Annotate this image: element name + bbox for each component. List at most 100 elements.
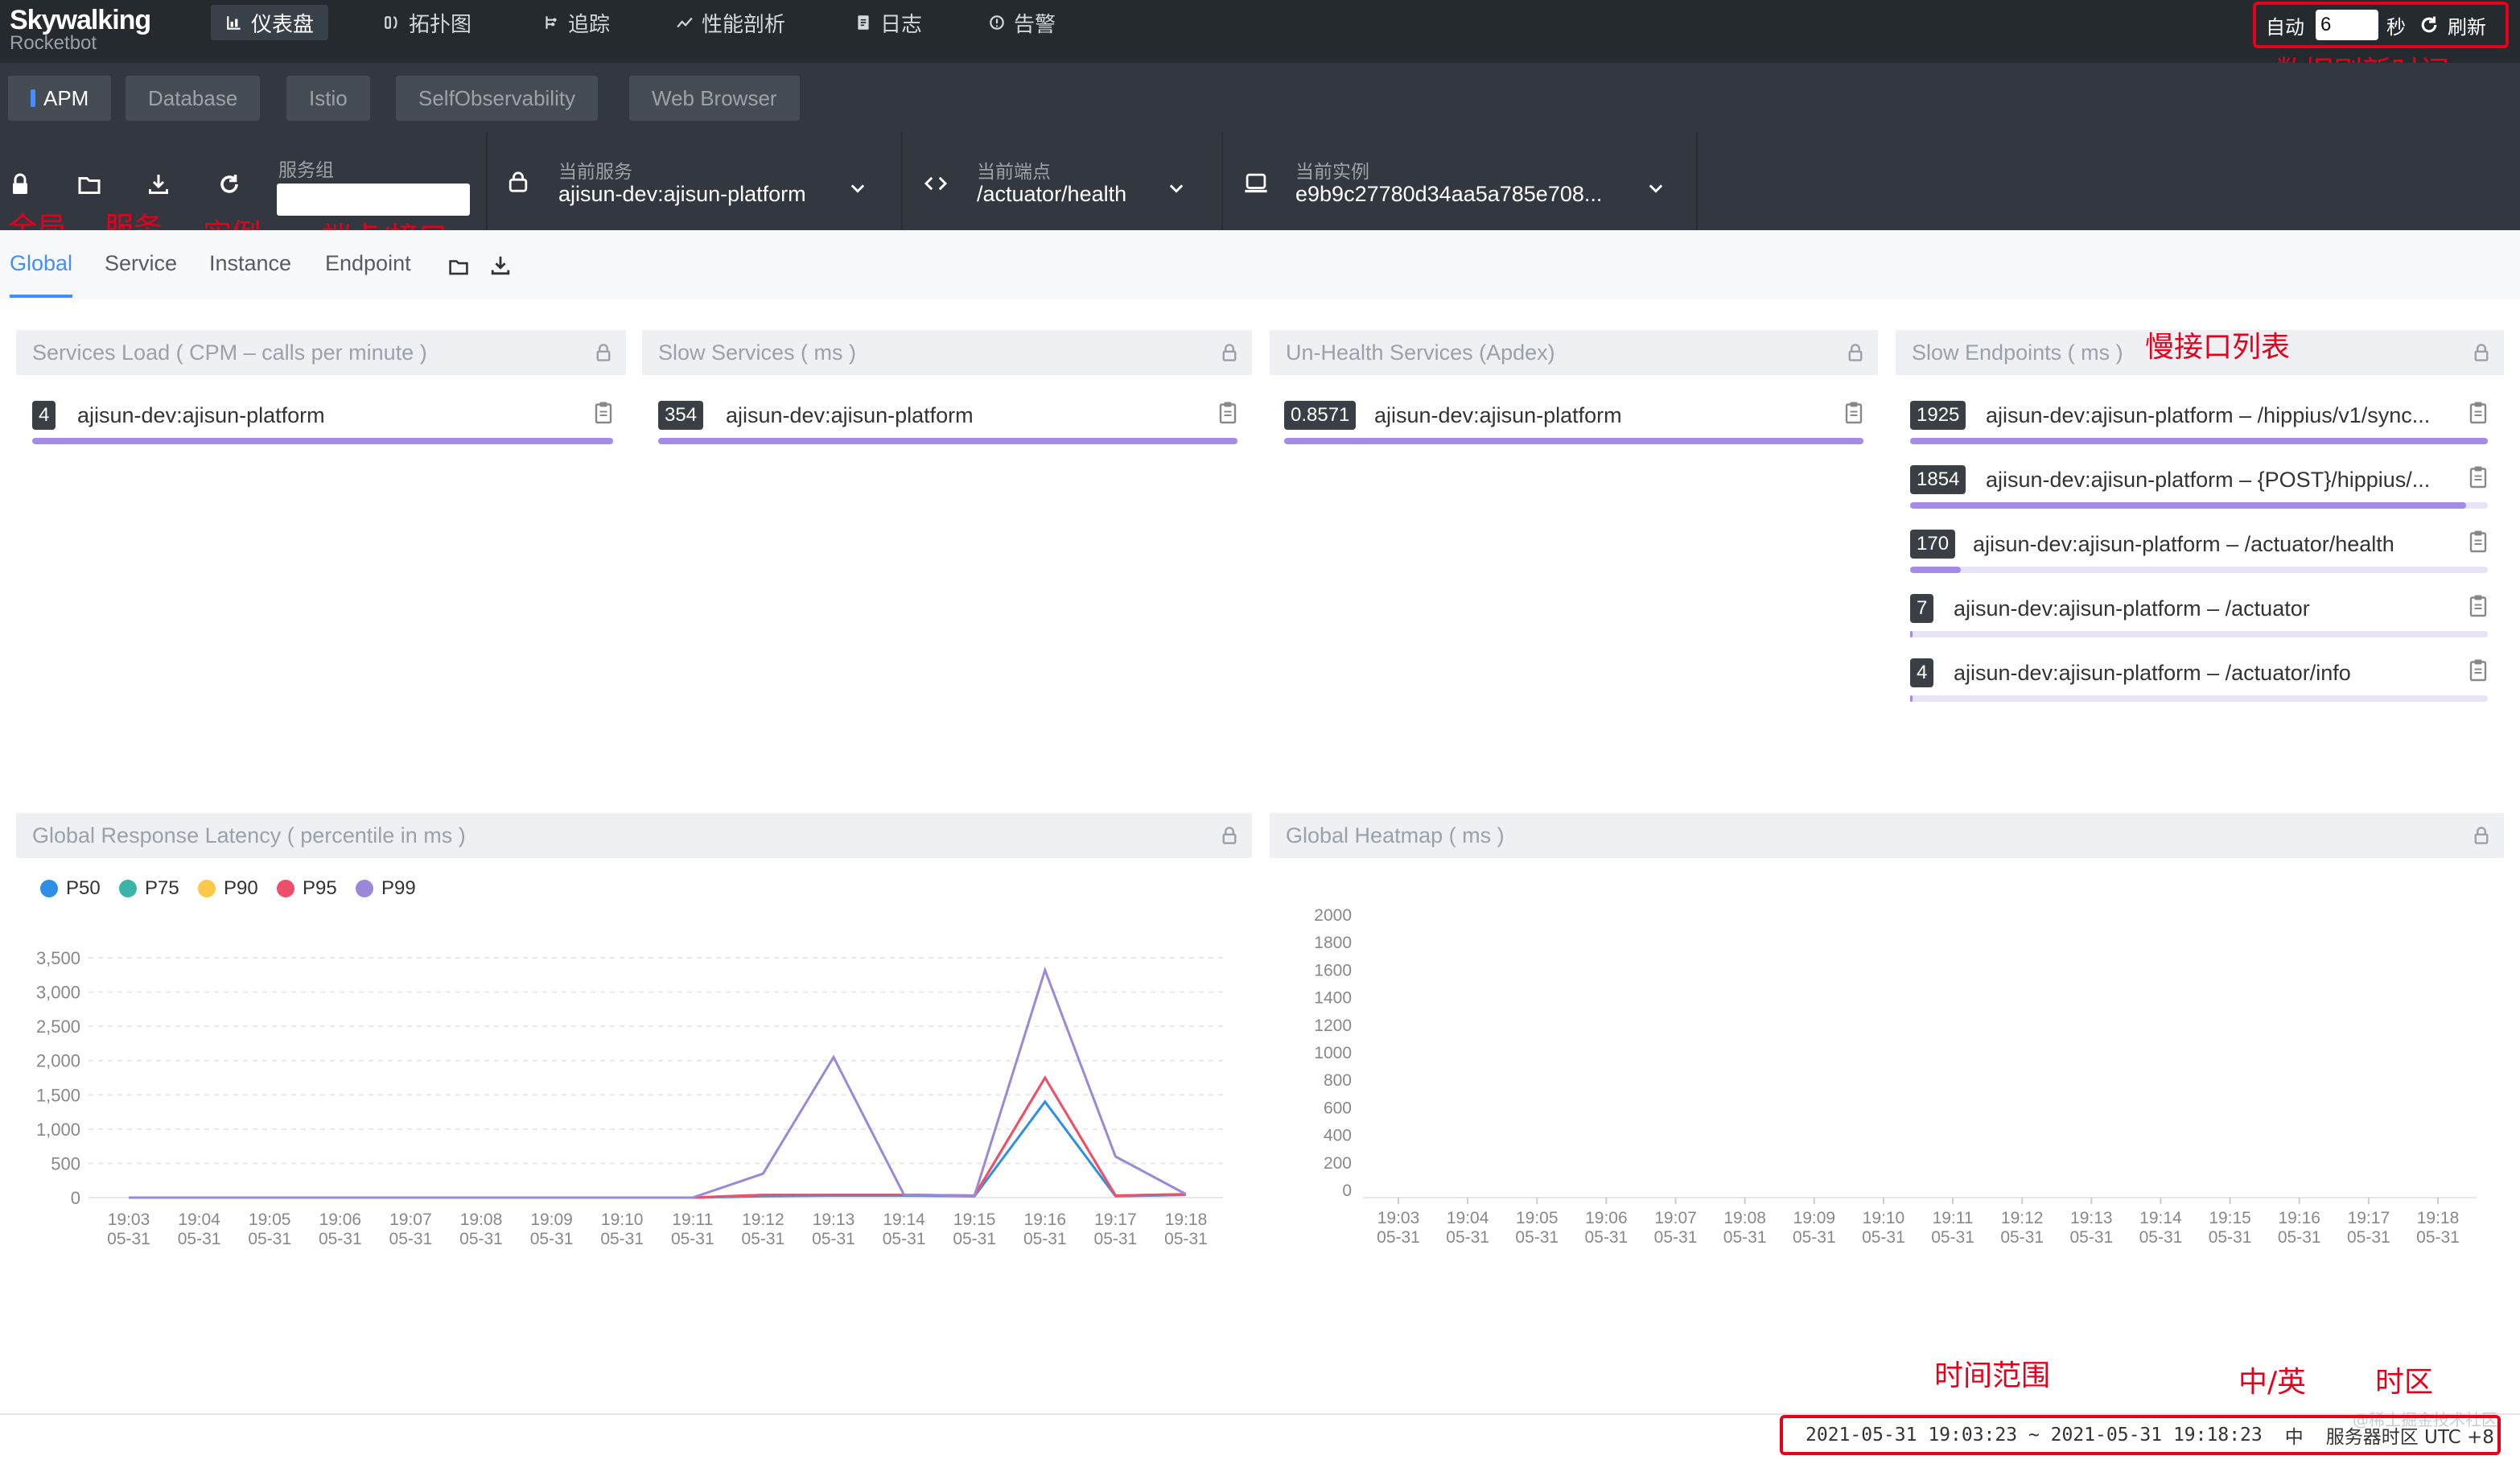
services-load-title: Services Load ( CPM – calls per minute ) xyxy=(32,340,427,365)
auto-refresh-toggle[interactable]: 自动 xyxy=(2266,11,2304,39)
clipboard-icon[interactable] xyxy=(2469,465,2488,489)
language-toggle[interactable]: 中 xyxy=(2285,1421,2304,1449)
x-tick-label: 19:11 xyxy=(1933,1209,1974,1227)
unhealth-services-title: Un-Health Services (Apdex) xyxy=(1286,340,1555,365)
legend-p50[interactable]: P50 xyxy=(40,877,101,900)
x-tick-label: 05-31 xyxy=(530,1230,574,1248)
legend-p75[interactable]: P75 xyxy=(119,877,179,900)
clipboard-icon[interactable] xyxy=(2469,594,2488,618)
series-line-p95[interactable] xyxy=(129,1075,1187,1199)
heatmap-header: Global Heatmap ( ms ) xyxy=(1270,813,2504,858)
lock-icon[interactable] xyxy=(1846,343,1865,362)
lock-icon[interactable] xyxy=(2472,826,2491,845)
tab-service[interactable]: Service xyxy=(105,251,177,276)
clipboard-icon[interactable] xyxy=(2469,658,2488,683)
legend-p90[interactable]: P90 xyxy=(198,877,258,900)
refresh-unit: 秒 xyxy=(2386,15,2406,39)
series-line-p50[interactable] xyxy=(129,1099,1187,1199)
series-line-p90[interactable] xyxy=(129,1075,1187,1199)
folder-icon[interactable] xyxy=(447,256,470,277)
clipboard-icon[interactable] xyxy=(1218,401,1237,425)
list-item[interactable]: 170 ajisun-dev:ajisun-platform – /actuat… xyxy=(1910,522,2488,586)
nav-trace-label: 追踪 xyxy=(568,12,611,37)
layer-istio-label: Istio xyxy=(309,85,348,110)
value-badge: 4 xyxy=(32,401,56,430)
bar-fill xyxy=(1910,631,1913,637)
lock-icon[interactable] xyxy=(1220,343,1239,362)
refresh-button[interactable]: 刷新 xyxy=(2448,11,2486,39)
current-service-select[interactable]: ajisun-dev:ajisun-platform xyxy=(558,182,806,207)
slow-services-title: Slow Services ( ms ) xyxy=(658,340,857,365)
legend-p99[interactable]: P99 xyxy=(356,877,416,900)
clipboard-icon[interactable] xyxy=(1844,401,1863,425)
trace-icon xyxy=(546,16,557,29)
list-item[interactable]: 4 ajisun-dev:ajisun-platform xyxy=(32,393,613,457)
refresh-icon[interactable] xyxy=(2419,14,2440,35)
value-badge: 1854 xyxy=(1910,465,1966,494)
list-item[interactable]: 1854 ajisun-dev:ajisun-platform – {POST}… xyxy=(1910,457,2488,522)
auto-refresh-control: 自动 秒 刷新 xyxy=(2253,2,2509,48)
annotation-lang: 中/英 xyxy=(2238,1366,2307,1399)
nav-topology-label: 拓扑图 xyxy=(409,12,472,37)
layer-istio[interactable]: Istio xyxy=(286,76,370,121)
clipboard-icon[interactable] xyxy=(2469,530,2488,554)
series-line-p75[interactable] xyxy=(129,1075,1187,1199)
download-icon[interactable] xyxy=(146,172,171,196)
list-item[interactable]: 4 ajisun-dev:ajisun-platform – /actuator… xyxy=(1910,650,2488,715)
folder-icon[interactable] xyxy=(77,172,101,196)
tab-global[interactable]: Global xyxy=(10,251,72,276)
bar-fill xyxy=(1910,695,1913,702)
tab-instance[interactable]: Instance xyxy=(209,251,291,276)
nav-profile[interactable]: 性能剖析 xyxy=(661,5,800,40)
time-range-picker[interactable]: 2021-05-31 19:03:23 ~ 2021-05-31 19:18:2… xyxy=(1806,1425,2263,1446)
layer-database[interactable]: Database xyxy=(126,76,261,121)
chevron-down-icon[interactable] xyxy=(1646,179,1666,198)
heatmap-chart: 0 200 400 600 800 1000 1200 1400 1600 1800 2000 19:… xyxy=(1314,906,2477,1247)
code-icon xyxy=(924,176,948,191)
lock-icon[interactable] xyxy=(594,343,613,362)
refresh-interval-input[interactable] xyxy=(2316,10,2378,40)
x-tick-label: 05-31 xyxy=(2278,1228,2321,1247)
legend-p95[interactable]: P95 xyxy=(277,877,337,900)
nav-alarm[interactable]: 告警 xyxy=(974,5,1070,40)
bar-track xyxy=(658,438,1237,444)
lock-icon[interactable] xyxy=(8,172,32,196)
y-tick-label: 600 xyxy=(1324,1099,1352,1117)
layer-apm[interactable]: APM xyxy=(8,76,112,121)
clipboard-icon[interactable] xyxy=(2469,401,2488,425)
list-item[interactable]: 0.8571 ajisun-dev:ajisun-platform xyxy=(1284,393,1863,457)
nav-topology[interactable]: 拓扑图 xyxy=(369,5,486,40)
divider xyxy=(486,132,488,230)
top-navbar: Skywalking Rocketbot 仪表盘 拓扑图 追踪 性能剖析 日志 … xyxy=(0,0,2520,63)
y-tick-label: 400 xyxy=(1324,1127,1352,1145)
current-service-label: 当前服务 xyxy=(558,162,632,183)
lock-icon[interactable] xyxy=(2472,343,2491,362)
nav-dashboard[interactable]: 仪表盘 xyxy=(211,5,329,40)
layer-selfobservability[interactable]: SelfObservability xyxy=(396,76,599,121)
lock-icon[interactable] xyxy=(1220,826,1239,845)
current-endpoint-select[interactable]: /actuator/health xyxy=(977,182,1126,207)
bar-track xyxy=(1284,438,1863,444)
chevron-down-icon[interactable] xyxy=(848,179,867,198)
annotation-timezone: 时区 xyxy=(2375,1366,2434,1399)
list-item[interactable]: 354 ajisun-dev:ajisun-platform xyxy=(658,393,1237,457)
unhealth-services-header: Un-Health Services (Apdex) xyxy=(1270,330,1878,375)
nav-trace[interactable]: 追踪 xyxy=(528,5,624,40)
tab-endpoint[interactable]: Endpoint xyxy=(325,251,411,276)
y-tick-label: 2,500 xyxy=(36,1017,80,1037)
reload-icon[interactable] xyxy=(217,172,241,196)
download-icon[interactable] xyxy=(489,254,512,277)
chevron-down-icon[interactable] xyxy=(1167,179,1186,198)
nav-log[interactable]: 日志 xyxy=(840,5,937,40)
current-endpoint-label: 当前端点 xyxy=(977,162,1051,183)
server-timezone[interactable]: 服务器时区 UTC +8 xyxy=(2326,1421,2494,1449)
layer-web-browser[interactable]: Web Browser xyxy=(629,76,800,121)
bar-track xyxy=(1910,502,2488,509)
x-tick-label: 19:10 xyxy=(1863,1209,1905,1227)
current-instance-select[interactable]: e9b9c27780d34aa5a785e708... xyxy=(1295,182,1602,207)
list-item[interactable]: 7 ajisun-dev:ajisun-platform – /actuator xyxy=(1910,586,2488,650)
service-group-input[interactable] xyxy=(277,184,470,216)
list-item[interactable]: 1925 ajisun-dev:ajisun-platform – /hippi… xyxy=(1910,393,2488,457)
latency-header: Global Response Latency ( percentile in … xyxy=(16,813,1252,858)
clipboard-icon[interactable] xyxy=(594,401,613,425)
